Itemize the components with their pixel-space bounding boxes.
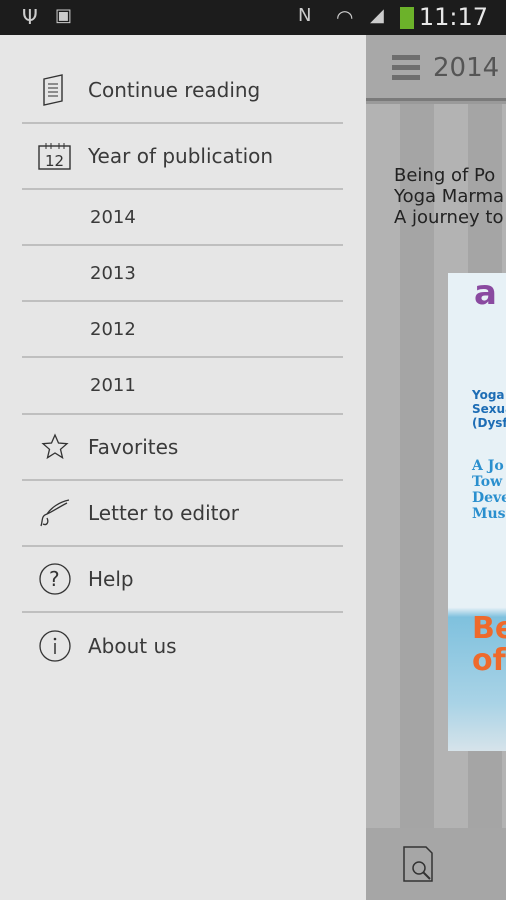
- drawer-item-label: 2013: [90, 262, 136, 284]
- calendar-icon: 12: [22, 142, 88, 170]
- drawer-item-letter-to-editor[interactable]: Letter to editor: [22, 481, 343, 547]
- drawer-item-label: Favorites: [88, 435, 179, 459]
- signal-icon: ◢: [370, 5, 384, 26]
- info-icon: [22, 629, 88, 663]
- title-line: A journey to: [394, 207, 504, 228]
- cover-text: Mus: [472, 506, 506, 522]
- app-bar: 2014: [366, 35, 506, 101]
- svg-text:12: 12: [45, 152, 64, 170]
- cover-logo: a: [474, 273, 497, 313]
- battery-icon: [400, 7, 414, 29]
- drawer-item-2011[interactable]: 2011: [22, 358, 343, 415]
- drawer-item-favorites[interactable]: Favorites: [22, 415, 343, 481]
- cover-text: Yoga: [472, 388, 505, 402]
- drawer-item-label: Letter to editor: [88, 501, 239, 525]
- title-line: Being of Po: [394, 165, 496, 186]
- wifi-icon: ◠: [336, 5, 354, 29]
- bottom-bar: [366, 828, 506, 900]
- drawer-item-year-of-publication[interactable]: 12 Year of publication: [22, 124, 343, 190]
- help-icon: ?: [22, 562, 88, 596]
- clock: 11:17: [418, 3, 488, 31]
- drawer-item-2014[interactable]: 2014: [22, 190, 343, 246]
- drawer-item-label: Help: [88, 567, 134, 591]
- star-icon: [22, 433, 88, 461]
- drawer-item-help[interactable]: ? Help: [22, 547, 343, 613]
- main-content: 2014 Being of Po Yoga Marma A journey to…: [366, 35, 506, 900]
- title-line: Yoga Marma: [394, 186, 505, 207]
- usb-icon: Ψ: [22, 5, 38, 29]
- drawer-item-label: About us: [88, 634, 177, 658]
- menu-icon[interactable]: [392, 55, 420, 81]
- drawer-item-2012[interactable]: 2012: [22, 302, 343, 358]
- drawer-item-about-us[interactable]: About us: [22, 613, 343, 679]
- drawer-item-label: Year of publication: [88, 144, 274, 168]
- cover-text: A Jo: [472, 458, 504, 474]
- drawer-item-label: Continue reading: [88, 77, 261, 102]
- app-bar-title: 2014: [433, 53, 500, 83]
- issue-titles[interactable]: Being of Po Yoga Marma A journey to: [394, 165, 504, 228]
- drawer-item-label: 2011: [90, 375, 136, 396]
- cover-text: Tow: [472, 474, 503, 490]
- cover-text: Sexua: [472, 402, 506, 416]
- cover-text: (Dysf: [472, 416, 506, 430]
- search-document-icon[interactable]: [402, 846, 436, 882]
- cover-text: Be: [472, 611, 506, 646]
- drawer-item-continue-reading[interactable]: Continue reading: [22, 57, 343, 124]
- svg-text:?: ?: [49, 567, 60, 591]
- magazine-cover[interactable]: a YogaSexua(Dysf A JoTowDeveMus Beof: [448, 273, 506, 751]
- quill-icon: [22, 498, 88, 528]
- sim-missing-icon: ▣: [55, 5, 73, 26]
- nfc-icon: N: [298, 5, 312, 26]
- cover-text: of: [472, 643, 506, 678]
- drawer-item-label: 2012: [90, 318, 136, 340]
- document-icon: [22, 73, 88, 106]
- navigation-drawer: Continue reading 12 Year of publication …: [0, 35, 366, 900]
- drawer-item-2013[interactable]: 2013: [22, 246, 343, 302]
- drawer-item-label: 2014: [90, 206, 136, 228]
- status-bar: Ψ ▣ N ◠ ◢ 11:17: [0, 0, 506, 35]
- cover-text: Deve: [472, 490, 506, 506]
